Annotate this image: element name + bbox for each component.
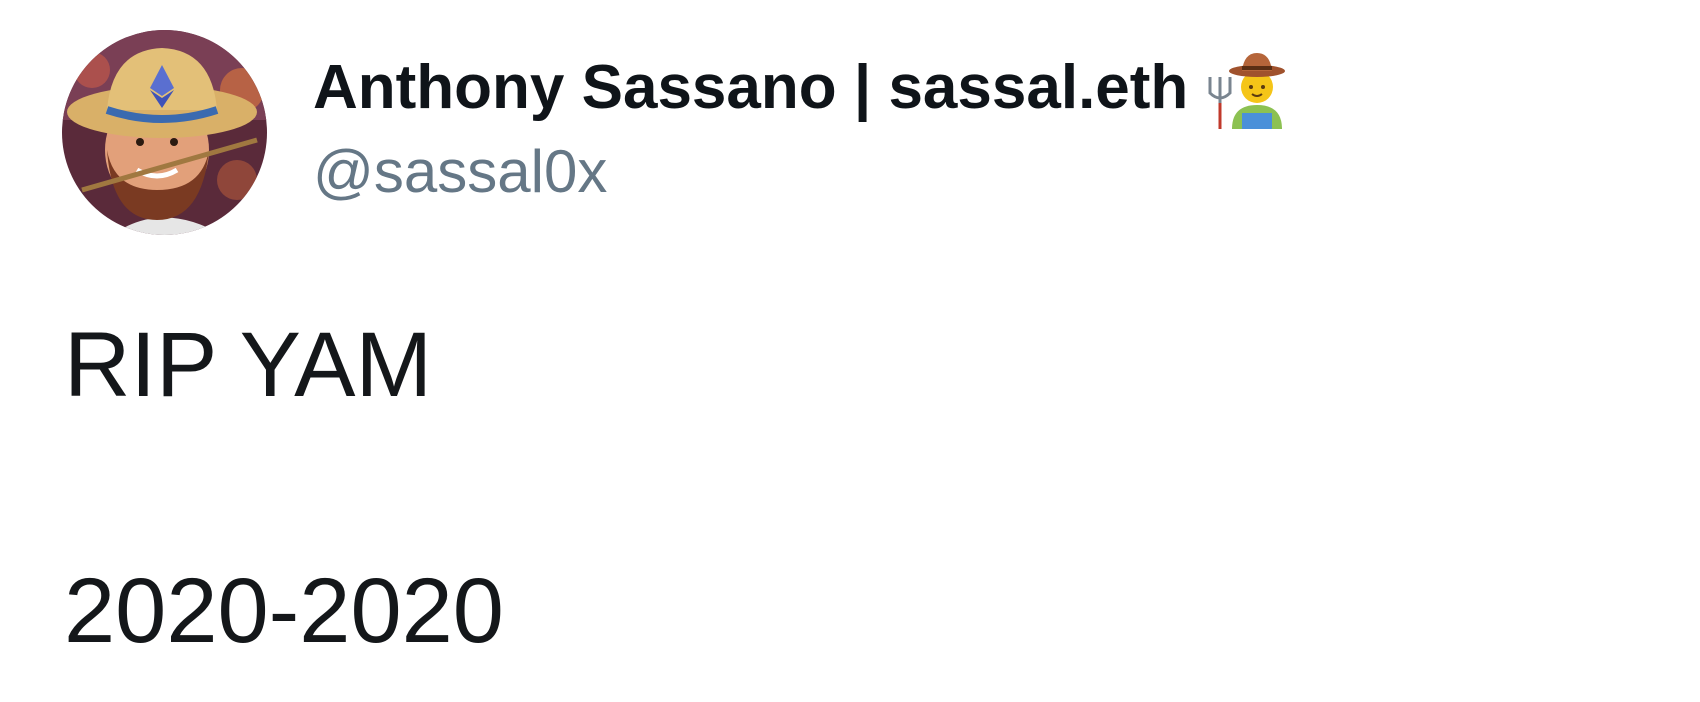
tweet-text-line-1: RIP YAM [64, 314, 433, 416]
avatar-image [62, 30, 267, 235]
display-name[interactable]: Anthony Sassano | sassal.eth [313, 48, 1188, 128]
avatar[interactable] [62, 30, 267, 235]
farmer-emoji-icon [1202, 47, 1292, 129]
tweet-text-line-2: 2020-2020 [64, 560, 504, 662]
name-row: Anthony Sassano | sassal.eth [313, 47, 1513, 129]
user-handle[interactable]: @sassal0x [313, 134, 1513, 210]
tweet-card: Anthony Sassano | sassal.eth @sassal0x R… [0, 0, 1700, 702]
tweet-header: Anthony Sassano | sassal.eth @sassal0x [313, 48, 1513, 210]
